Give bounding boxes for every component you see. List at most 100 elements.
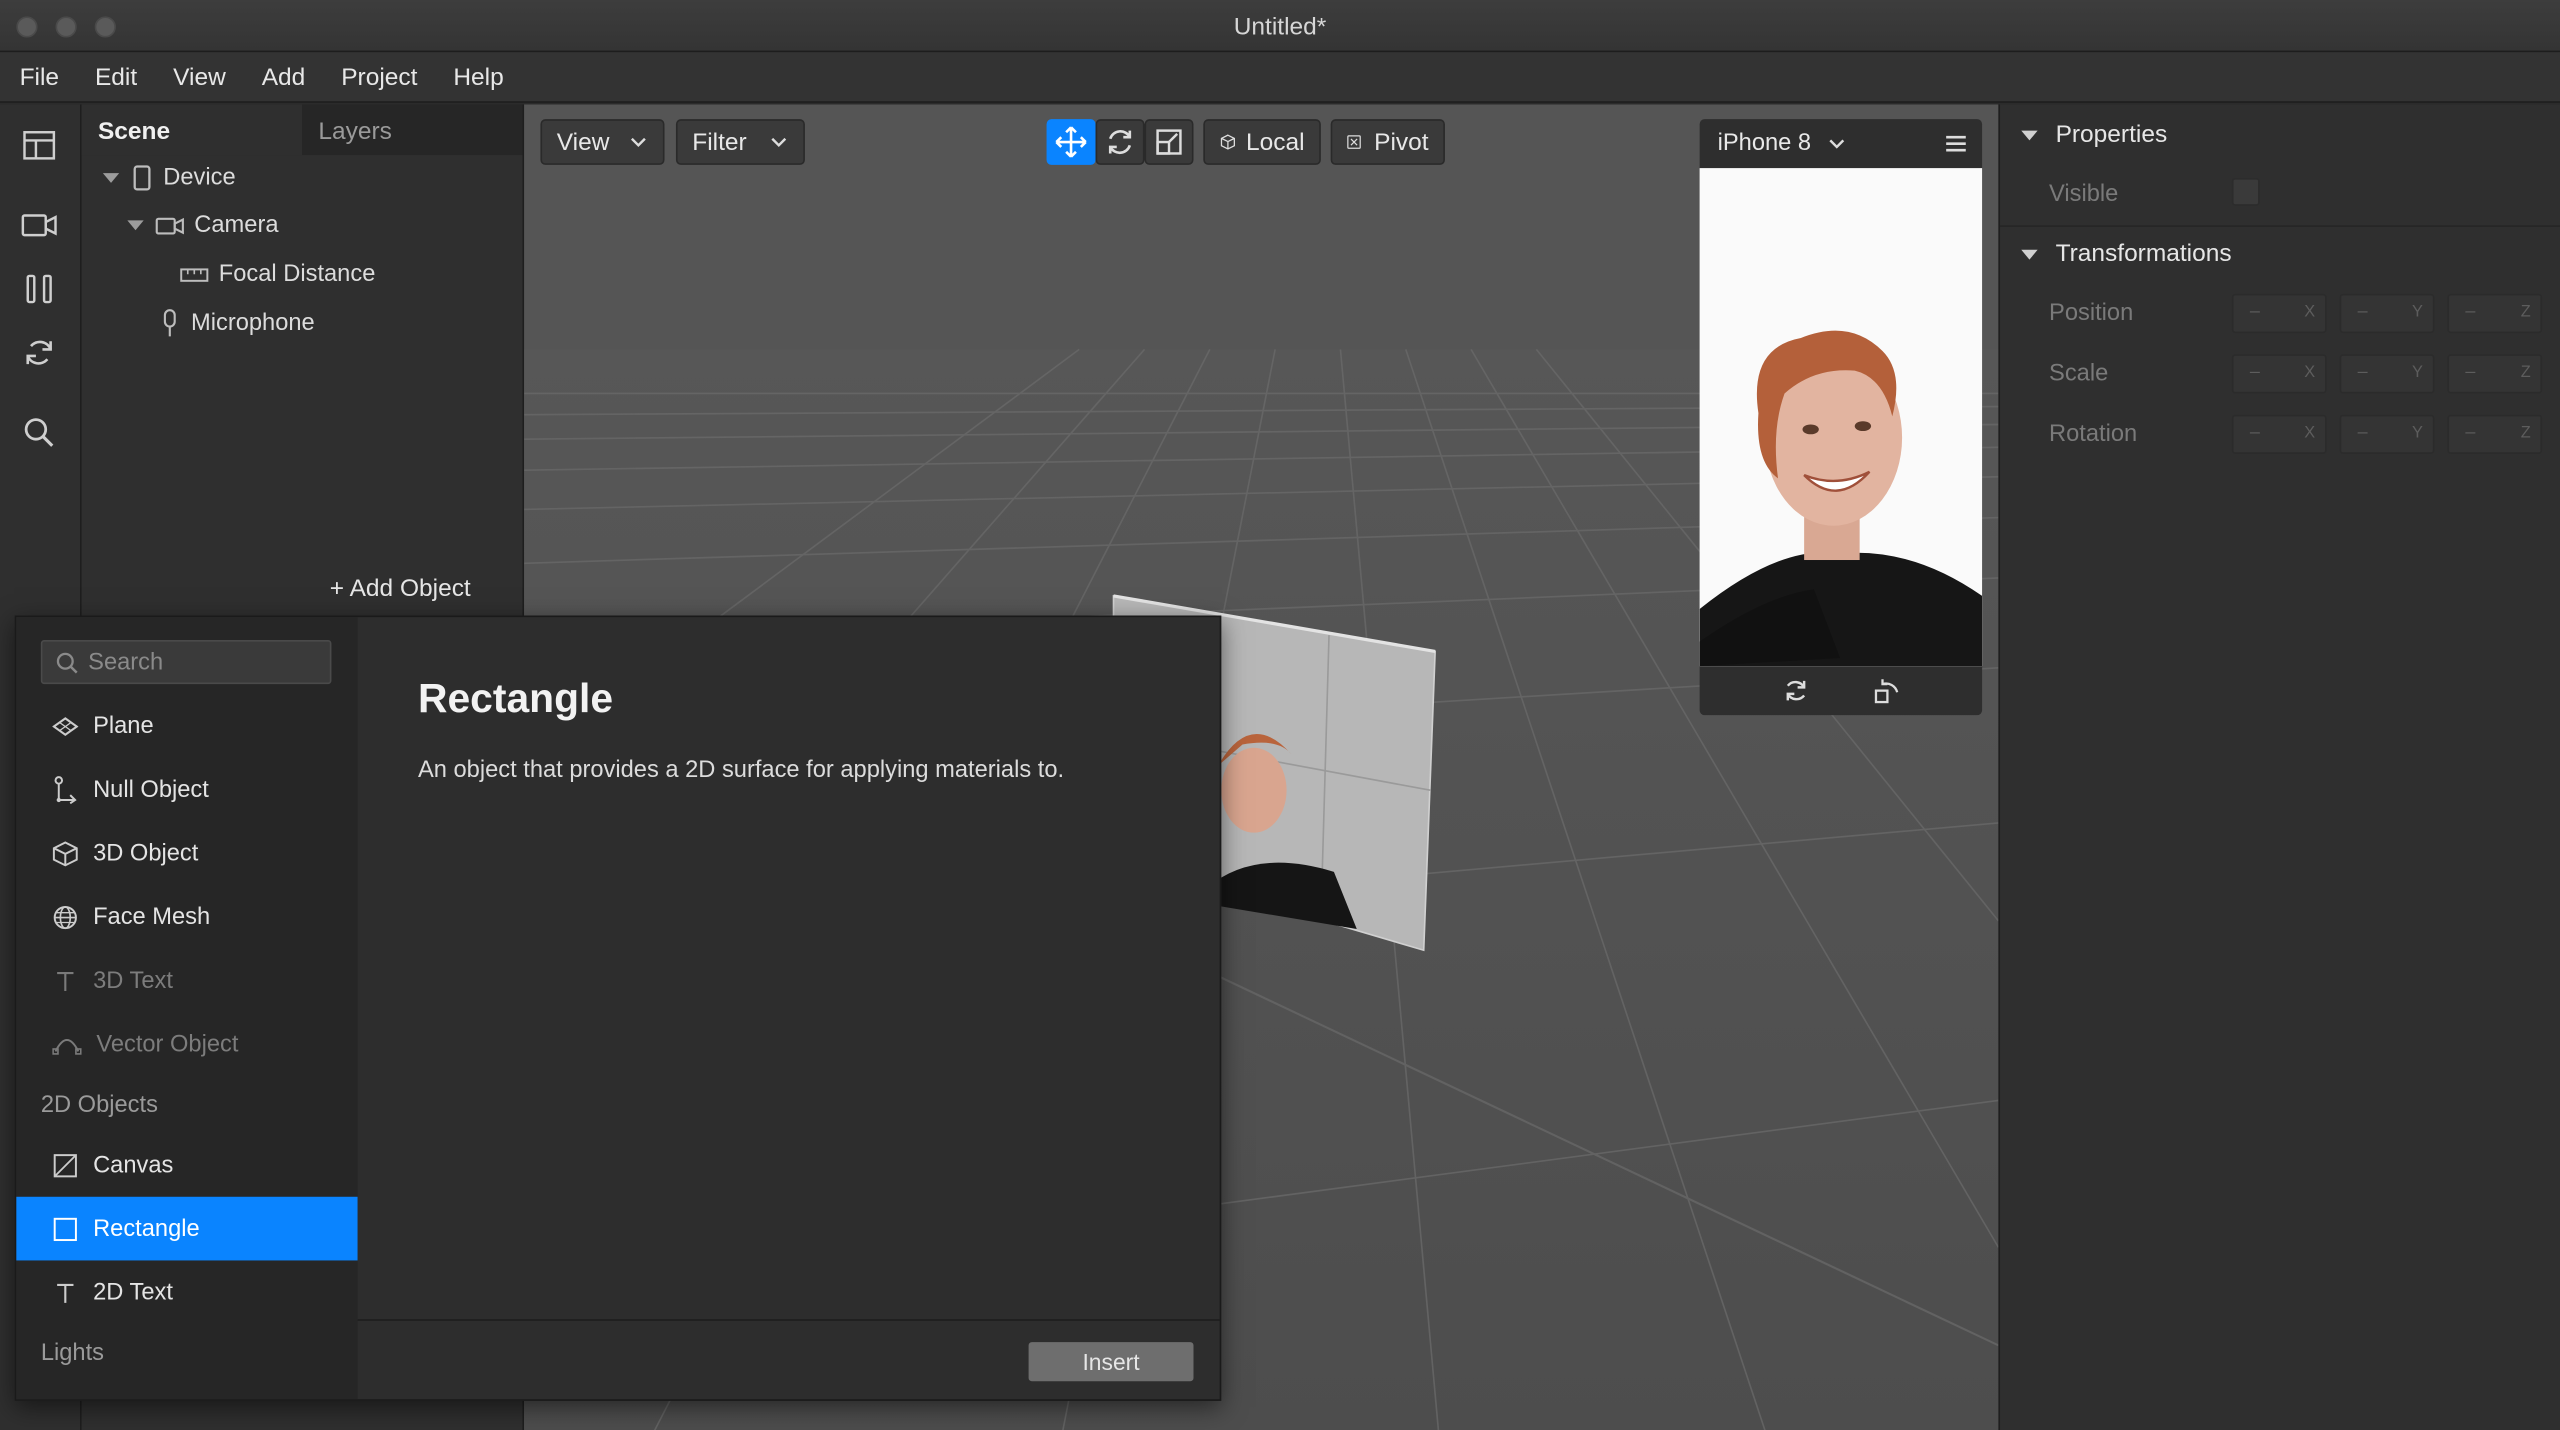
- axis-label: Z: [2520, 364, 2531, 383]
- device-selector[interactable]: iPhone 8: [1700, 119, 1982, 168]
- position-z-field[interactable]: – Z: [2447, 293, 2543, 334]
- move-tool-button[interactable]: [1046, 119, 1096, 165]
- list-item-3d-text[interactable]: 3D Text: [16, 949, 357, 1013]
- expand-arrow-icon[interactable]: [101, 168, 121, 188]
- scale-z-field[interactable]: – Z: [2447, 354, 2543, 394]
- list-item-face-mesh[interactable]: Face Mesh: [16, 885, 357, 949]
- add-object-label: Add Object: [349, 574, 471, 603]
- rotation-y-field[interactable]: – Y: [2339, 414, 2435, 454]
- menu-view[interactable]: View: [173, 63, 226, 91]
- switch-camera-icon[interactable]: [1781, 676, 1810, 705]
- position-x-field[interactable]: – X: [2231, 293, 2327, 334]
- menu-icon[interactable]: [1943, 132, 1969, 155]
- tree-item-camera[interactable]: Camera: [126, 212, 279, 238]
- plus-icon: +: [329, 574, 345, 603]
- rotate-tool-button[interactable]: [1095, 119, 1145, 165]
- inspector-panel: Properties Visible Transformations Posit…: [1998, 104, 2560, 1430]
- field-value: –: [2357, 362, 2368, 383]
- field-value: –: [2357, 422, 2368, 443]
- text-icon: [57, 1283, 74, 1303]
- view-dropdown[interactable]: View: [540, 119, 665, 165]
- expand-arrow-icon: [2021, 248, 2038, 259]
- list-item-vector-object[interactable]: Vector Object: [16, 1012, 357, 1076]
- pivot-icon: [1347, 135, 1361, 149]
- visible-checkbox[interactable]: [2231, 177, 2260, 206]
- tree-label-microphone: Microphone: [191, 310, 315, 337]
- field-value: –: [2249, 422, 2260, 443]
- scale-tool-button[interactable]: [1144, 119, 1194, 165]
- list-item-2d-text[interactable]: 2D Text: [16, 1260, 357, 1324]
- object-type-list: Search Plane Null Object 3D Object Face …: [16, 617, 358, 1400]
- tree-item-device[interactable]: Device: [101, 165, 236, 191]
- rotate-device-icon[interactable]: [1873, 676, 1902, 705]
- item-label: Null Object: [93, 776, 209, 803]
- camera-icon[interactable]: [21, 207, 60, 246]
- menu-edit[interactable]: Edit: [95, 63, 137, 91]
- insert-button[interactable]: Insert: [1028, 1342, 1194, 1382]
- tab-scene[interactable]: Scene: [81, 104, 303, 156]
- list-item-rectangle[interactable]: Rectangle: [16, 1196, 358, 1261]
- tab-layers[interactable]: Layers: [302, 104, 523, 156]
- object-detail: Rectangle An object that provides a 2D s…: [358, 617, 1220, 1319]
- menu-project[interactable]: Project: [341, 63, 417, 91]
- axis-label: Y: [2412, 303, 2423, 322]
- rectangle-icon: [53, 1217, 77, 1241]
- menu-file[interactable]: File: [20, 63, 59, 91]
- axis-label: Z: [2520, 424, 2531, 443]
- transformations-title: Transformations: [2055, 240, 2232, 268]
- cube-icon: [52, 840, 78, 866]
- pivot-toggle-button[interactable]: Pivot: [1330, 119, 1445, 165]
- position-y-field[interactable]: – Y: [2339, 293, 2435, 334]
- add-object-dialog: Search Plane Null Object 3D Object Face …: [14, 615, 1222, 1401]
- search-icon[interactable]: [21, 415, 60, 454]
- tree-label-focal-distance: Focal Distance: [218, 261, 376, 288]
- phone-icon: [133, 165, 151, 191]
- scale-x-field[interactable]: – X: [2231, 354, 2327, 394]
- rotation-x-field[interactable]: – X: [2231, 414, 2327, 454]
- tree-item-focal-distance[interactable]: Focal Distance: [180, 261, 376, 288]
- device-name: iPhone 8: [1717, 130, 1812, 157]
- local-label: Local: [1245, 128, 1305, 156]
- globe-icon: [53, 905, 77, 929]
- menu-add[interactable]: Add: [262, 63, 306, 91]
- refresh-icon[interactable]: [21, 335, 60, 374]
- axis-label: Y: [2412, 364, 2423, 383]
- expand-arrow-icon[interactable]: [126, 216, 146, 236]
- scale-icon: [1156, 129, 1182, 155]
- dialog-footer: Insert: [357, 1319, 1220, 1399]
- scale-label: Scale: [2049, 360, 2109, 387]
- menu-help[interactable]: Help: [453, 63, 503, 91]
- transformations-section-header[interactable]: Transformations: [2020, 240, 2232, 268]
- tree-label-camera: Camera: [194, 212, 279, 239]
- list-item-plane[interactable]: Plane: [16, 694, 357, 758]
- properties-section-header[interactable]: Properties: [2020, 121, 2167, 149]
- canvas-icon: [53, 1153, 77, 1177]
- list-item-null-object[interactable]: Null Object: [16, 758, 357, 822]
- category-2d-objects: 2D Objects: [40, 1092, 158, 1119]
- camera-feed-preview: [1699, 168, 1983, 667]
- item-label: 2D Text: [93, 1279, 173, 1306]
- field-value: –: [2465, 302, 2476, 322]
- tree-item-microphone[interactable]: Microphone: [158, 309, 315, 338]
- layout-icon[interactable]: [21, 127, 60, 166]
- axis-label: Y: [2412, 424, 2423, 443]
- filter-dropdown[interactable]: Filter: [675, 119, 805, 165]
- rotation-z-field[interactable]: – Z: [2447, 414, 2543, 454]
- detail-title: Rectangle: [417, 675, 614, 722]
- face-image: [1699, 168, 1983, 667]
- rotate-icon: [1108, 130, 1132, 155]
- field-value: –: [2249, 302, 2260, 322]
- list-item-3d-object[interactable]: 3D Object: [16, 821, 357, 885]
- plane-icon: [52, 716, 79, 736]
- axis-label: X: [2304, 424, 2316, 443]
- item-label: Canvas: [93, 1151, 174, 1178]
- local-toggle-button[interactable]: Local: [1203, 119, 1321, 165]
- field-value: –: [2465, 362, 2476, 383]
- list-item-canvas[interactable]: Canvas: [16, 1133, 357, 1197]
- add-object-button[interactable]: + Add Object: [330, 575, 471, 603]
- scale-y-field[interactable]: – Y: [2339, 354, 2435, 394]
- move-icon: [1055, 126, 1087, 158]
- device-preview: iPhone 8: [1699, 119, 1983, 716]
- pause-icon[interactable]: [21, 271, 60, 310]
- search-input[interactable]: Search: [40, 640, 332, 685]
